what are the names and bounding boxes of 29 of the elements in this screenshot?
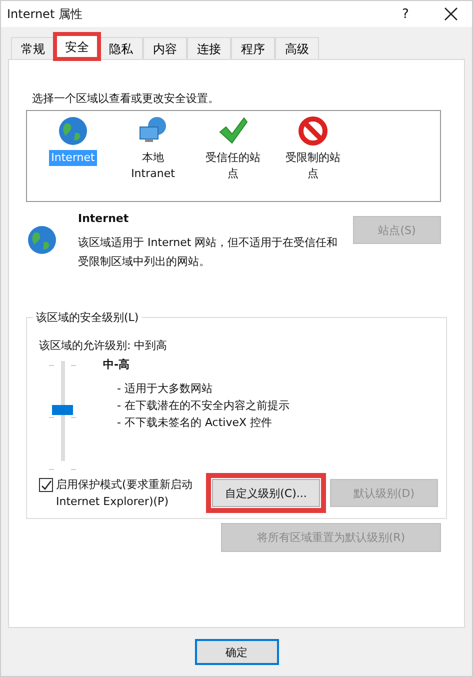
allowed-level-text: 该区域的允许级别: 中到高 — [39, 338, 168, 353]
protected-mode-label[interactable]: 启用保护模式(要求重新启动 Internet Explorer)(P) — [56, 476, 207, 510]
zone-prompt: 选择一个区域以查看或更改安全设置。 — [31, 91, 220, 106]
ok-button[interactable]: 确定 — [194, 639, 278, 665]
tab[interactable]: 隐私 — [99, 37, 143, 59]
level-button[interactable]: 自定义级别(C)... — [212, 479, 320, 507]
close-icon[interactable] — [444, 7, 458, 21]
tab[interactable]: 常规 — [11, 37, 55, 59]
level-name: 中-高 — [103, 357, 131, 372]
zone-label[interactable]: 受限制的站点 — [280, 150, 346, 182]
protected-mode-checkbox[interactable] — [39, 478, 53, 492]
zone-description: 该区域适用于 Internet 网站，但不适用于在受信任和受限制区域中列出的网站。 — [78, 235, 338, 270]
tab[interactable]: 连接 — [187, 37, 231, 59]
window-title: Internet 属性 — [7, 6, 84, 22]
tab[interactable]: 程序 — [231, 37, 275, 59]
help-button[interactable]: ? — [402, 6, 432, 22]
tab[interactable]: 内容 — [143, 37, 187, 59]
prohibited-icon[interactable] — [297, 115, 329, 147]
globe-icon — [26, 224, 58, 256]
level-description: - 适用于大多数网站 — [116, 381, 214, 397]
globe-icon[interactable] — [57, 115, 89, 147]
zone-label[interactable]: 受信任的站点 — [200, 150, 266, 182]
group-legend: 该区域的安全级别(L) — [33, 310, 142, 325]
tab[interactable]: 安全 — [55, 34, 99, 59]
level-description: - 不下载未签名的 ActiveX 控件 — [116, 415, 274, 431]
zone-label[interactable]: 本地 Intranet — [120, 150, 186, 182]
level-description: - 在下载潜在的不安全内容之前提示 — [116, 398, 290, 414]
tab[interactable]: 高级 — [275, 37, 319, 59]
zone-title: Internet — [78, 212, 130, 225]
